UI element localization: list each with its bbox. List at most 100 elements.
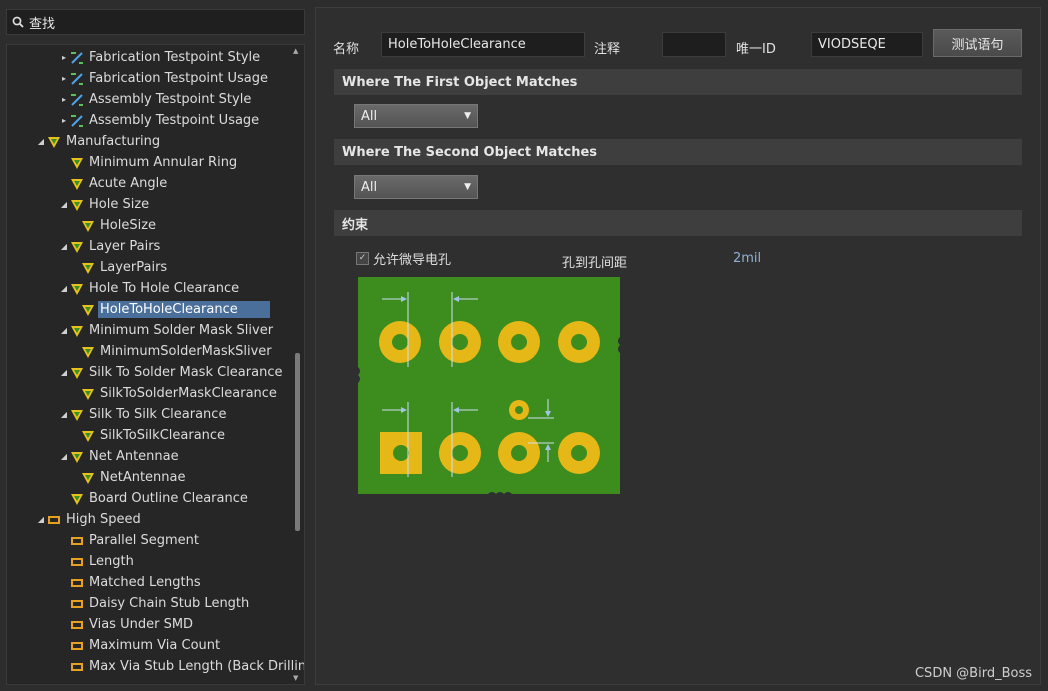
rule-icon [70,450,84,464]
rule-icon [70,492,84,506]
highspeed-icon [70,534,84,548]
tree-item[interactable]: ◢ Net Antennae [58,446,181,467]
tree-item[interactable]: ◢ Hole To Hole Clearance [58,278,241,299]
name-field[interactable]: HoleToHoleClearance [381,32,585,57]
highspeed-icon [47,513,61,527]
rule-icon [81,345,95,359]
tree-item[interactable]: SilkToSilkClearance [69,425,227,446]
tree-item[interactable]: MinimumSolderMaskSliver [69,341,274,362]
tree-item[interactable]: SilkToSolderMaskClearance [69,383,279,404]
highspeed-icon [70,555,84,569]
tree-item[interactable]: Acute Angle [58,173,169,194]
scrollbar-thumb[interactable] [295,353,300,531]
tree-item-label: Silk To Solder Mask Clearance [89,365,283,380]
tree-item[interactable]: ◢ Minimum Solder Mask Sliver [58,320,275,341]
tree-item-label: Assembly Testpoint Style [89,92,252,107]
allow-microvia-label: 允许微导电孔 [373,253,452,268]
tree-item[interactable]: LayerPairs [69,257,169,278]
collapsed-arrow-icon[interactable]: ▸ [58,74,70,83]
rule-icon [81,303,95,317]
tree-item-label: Hole Size [89,197,150,212]
pad [498,432,540,474]
expanded-arrow-icon[interactable]: ◢ [58,326,70,335]
rule-icon [70,156,84,170]
tree-item[interactable]: ◢ Manufacturing [35,131,162,152]
tree-item-label: LayerPairs [100,260,168,275]
tree-item[interactable]: ◢ Layer Pairs [58,236,162,257]
tree-item[interactable]: NetAntennae [69,467,188,488]
tree-item-label: High Speed [66,512,141,527]
scroll-up-icon[interactable]: ▲ [293,47,298,55]
tree-item[interactable]: ▸ Fabrication Testpoint Style [58,47,262,68]
second-object-select[interactable]: All ▼ [354,175,478,199]
second-object-header: Where The Second Object Matches [334,139,1022,165]
unique-id-label: 唯一ID [736,42,776,57]
tree-item-label: Acute Angle [89,176,168,191]
comment-field[interactable] [662,32,726,57]
collapsed-arrow-icon[interactable]: ▸ [58,116,70,125]
checkbox-icon[interactable]: ✓ [356,252,369,265]
tree-scrollbar[interactable]: ▲ ▼ [292,47,302,682]
tree-item[interactable]: ◢ Hole Size [58,194,151,215]
tree-item[interactable]: Parallel Segment [58,530,201,551]
highspeed-icon [70,639,84,653]
tree-item[interactable]: Minimum Annular Ring [58,152,239,173]
expanded-arrow-icon[interactable]: ◢ [58,242,70,251]
tree-item-label: SilkToSolderMaskClearance [100,386,277,401]
tree-item[interactable]: Length [58,551,136,572]
tree-item[interactable]: HoleSize [69,215,158,236]
rule-icon [70,408,84,422]
search-box[interactable]: 查找 [6,9,305,35]
clearance-diagram [358,277,620,494]
tree-item-label: Matched Lengths [89,575,201,590]
tree-item[interactable]: ▸ Fabrication Testpoint Usage [58,68,270,89]
tree-item-label: Max Via Stub Length (Back Drilling) [89,659,305,674]
rule-editor-panel: 名称 HoleToHoleClearance 注释 唯一ID VIODSEQE … [315,7,1041,685]
tree-item[interactable]: Max Via Stub Length (Back Drilling) [58,656,305,677]
tree-item[interactable]: Daisy Chain Stub Length [58,593,251,614]
first-object-header: Where The First Object Matches [334,69,1022,95]
tree-item-label: Fabrication Testpoint Style [89,50,261,65]
name-label: 名称 [333,42,360,57]
highspeed-icon [70,597,84,611]
tree-item[interactable]: ◢ Silk To Solder Mask Clearance [58,362,284,383]
tree-item-label: Layer Pairs [89,239,161,254]
expanded-arrow-icon[interactable]: ◢ [58,410,70,419]
allow-microvia-checkbox[interactable]: ✓ 允许微导电孔 [356,249,451,268]
pad [380,432,422,474]
rule-icon [70,324,84,338]
tree-item-label: Length [89,554,134,569]
chevron-down-icon: ▼ [464,111,471,121]
expanded-arrow-icon[interactable]: ◢ [35,137,47,146]
rule-icon [81,471,95,485]
expanded-arrow-icon[interactable]: ◢ [35,515,47,524]
pad [558,432,600,474]
hole-clearance-value[interactable]: 2mil [733,251,761,266]
expanded-arrow-icon[interactable]: ◢ [58,452,70,461]
expanded-arrow-icon[interactable]: ◢ [58,284,70,293]
rule-icon [81,429,95,443]
tree-item-label: Silk To Silk Clearance [89,407,227,422]
tree-item-label: Parallel Segment [89,533,199,548]
collapsed-arrow-icon[interactable]: ▸ [58,53,70,62]
first-object-select[interactable]: All ▼ [354,104,478,128]
tree-item[interactable]: Maximum Via Count [58,635,222,656]
collapsed-arrow-icon[interactable]: ▸ [58,95,70,104]
unique-id-field[interactable]: VIODSEQE [811,32,923,57]
tree-item[interactable]: Matched Lengths [58,572,203,593]
expanded-arrow-icon[interactable]: ◢ [58,200,70,209]
tree-item[interactable]: ◢ High Speed [35,509,143,530]
testpoint-icon [70,93,84,107]
tree-item[interactable]: ▸ Assembly Testpoint Usage [58,110,261,131]
search-label: 查找 [29,16,56,32]
tree-item[interactable]: Vias Under SMD [58,614,195,635]
test-query-button[interactable]: 测试语句 [933,29,1022,57]
tree-item[interactable]: ◢ Silk To Silk Clearance [58,404,228,425]
tree-item[interactable]: HoleToHoleClearance [69,299,270,320]
comment-label: 注释 [594,42,621,57]
expanded-arrow-icon[interactable]: ◢ [58,368,70,377]
tree-item-label: Hole To Hole Clearance [89,281,240,296]
tree-item[interactable]: ▸ Assembly Testpoint Style [58,89,253,110]
tree-item[interactable]: Board Outline Clearance [58,488,250,509]
constraints-header: 约束 [334,210,1022,236]
